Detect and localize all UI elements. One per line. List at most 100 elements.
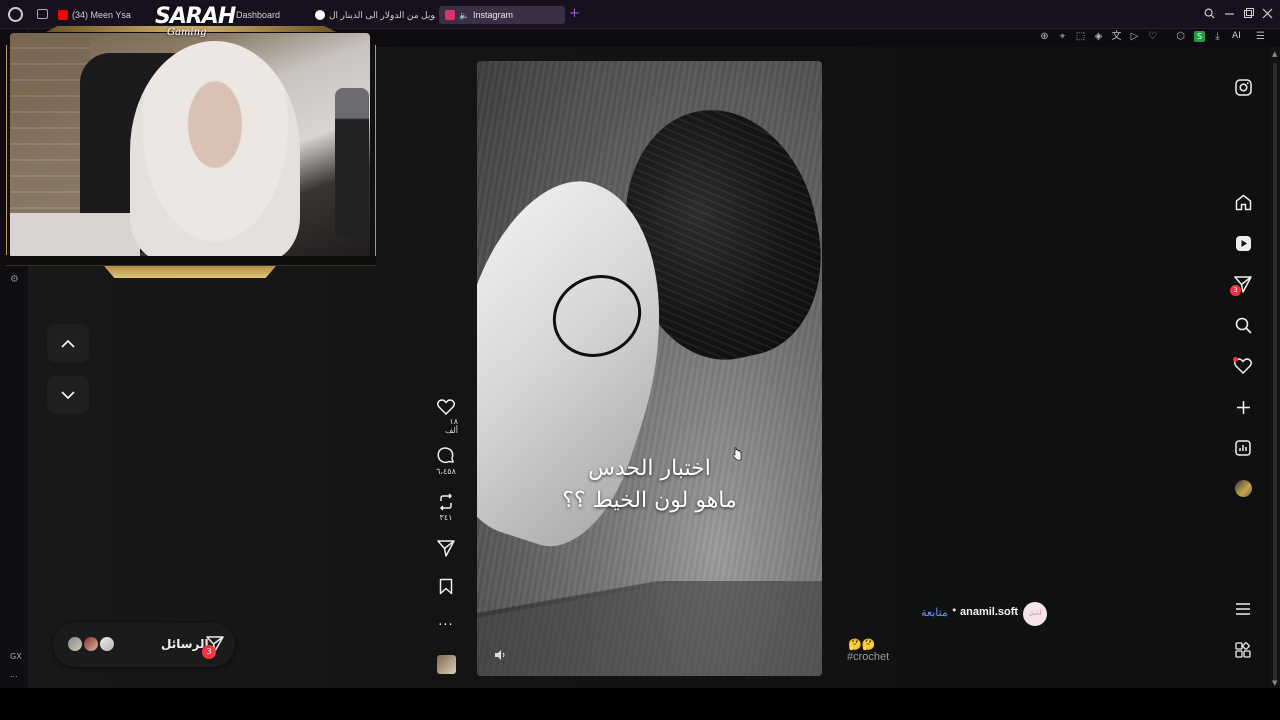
direct-badge: 3 <box>1230 285 1241 296</box>
instagram-favicon-icon <box>445 10 455 20</box>
repost-count: ٣٤١ <box>439 513 453 522</box>
more-menu-icon <box>1236 603 1250 615</box>
caption-emojis: 🤔🤔 <box>848 638 876 651</box>
sidebar-more-button[interactable]: ... <box>10 670 18 679</box>
zoom-icon[interactable]: ⊕ <box>1039 31 1050 42</box>
streamer-logo-sub: Gaming <box>167 27 207 38</box>
like-button[interactable]: ١٨ ألف <box>434 399 458 435</box>
apps-icon <box>1235 642 1251 658</box>
new-tab-button[interactable]: + <box>569 7 580 21</box>
chevron-down-icon <box>61 390 75 399</box>
speaker-icon[interactable]: 🔈 <box>459 11 469 20</box>
ai-button[interactable]: AI <box>1232 31 1241 41</box>
overlay-gold-trim-bottom <box>104 266 276 278</box>
webcam-person <box>130 41 300 258</box>
more-options-icon: ··· <box>438 618 454 633</box>
webcam-wall <box>10 33 90 223</box>
screen: (34) Meen Ysa Dashboard تحويل من الدولار… <box>0 0 1280 720</box>
comment-count: ٦،٤٥٨ <box>436 467 456 476</box>
reels-icon <box>1235 235 1251 251</box>
scroll-down-arrow-icon[interactable]: ▼ <box>1272 679 1277 687</box>
nav-search[interactable] <box>1233 315 1253 335</box>
follow-button[interactable]: متابعة <box>921 606 948 619</box>
streamer-logo: SARAH <box>155 4 236 29</box>
scrollbar-thumb[interactable] <box>1273 63 1277 683</box>
author-avatar[interactable]: أنامل <box>1023 602 1047 626</box>
taskbar-area <box>0 688 1280 720</box>
extension-s-icon[interactable]: S <box>1194 31 1205 42</box>
nav-dashboard[interactable] <box>1233 438 1253 458</box>
overlay-frame-bottom <box>6 256 376 266</box>
nav-create[interactable] <box>1233 397 1253 417</box>
nav-reels[interactable] <box>1233 233 1253 253</box>
scroll-up-arrow-icon[interactable]: ▲ <box>1272 50 1277 58</box>
tab-youtube[interactable]: (34) Meen Ysa <box>58 6 158 24</box>
page-scrollbar[interactable] <box>1270 47 1280 688</box>
reel-caption: اختبار الحدس ماهو لون الخيط ؟؟ <box>477 453 822 517</box>
translate-icon[interactable]: 文 <box>1111 31 1122 42</box>
reel-video[interactable] <box>477 61 822 676</box>
nav-apps[interactable] <box>1233 640 1253 660</box>
create-icon <box>1236 400 1250 414</box>
gx-label[interactable]: GX <box>10 652 22 661</box>
message-avatar-3 <box>98 635 116 653</box>
repost-button[interactable]: ٣٤١ <box>434 493 458 522</box>
reel-seam <box>477 581 822 676</box>
separator-dot: • <box>951 604 958 617</box>
webcam-desk <box>10 213 140 258</box>
opera-logo-icon[interactable] <box>8 7 23 22</box>
save-button[interactable] <box>434 578 458 595</box>
tab-dashboard[interactable]: Dashboard <box>236 6 306 24</box>
google-favicon-icon <box>315 10 325 20</box>
tab-instagram[interactable]: 🔈 Instagram <box>439 6 565 24</box>
more-options-button[interactable]: ··· <box>434 618 458 633</box>
easy-setup-icon[interactable]: ☰ <box>1255 31 1266 42</box>
play-icon[interactable]: ▷ <box>1129 31 1140 42</box>
author-username[interactable]: anamil.soft <box>960 606 1018 618</box>
nav-more-menu[interactable] <box>1233 599 1253 619</box>
settings-gear-icon[interactable]: ⚙ <box>10 274 19 285</box>
snapshot-icon[interactable]: ⬚ <box>1075 31 1086 42</box>
heart-icon <box>437 399 455 415</box>
search-tabs-icon[interactable] <box>1204 8 1215 19</box>
workspaces-icon[interactable] <box>37 9 48 19</box>
nav-home[interactable] <box>1233 192 1253 212</box>
extensions-icon[interactable]: ⬡ <box>1175 31 1186 42</box>
comment-button[interactable]: ٦،٤٥٨ <box>434 447 458 476</box>
speaker-mute-icon[interactable] <box>494 649 506 661</box>
like-count: ١٨ ألف <box>445 417 458 435</box>
next-reel-button[interactable] <box>47 376 89 414</box>
instagram-logo-button[interactable] <box>1233 77 1253 97</box>
search-icon <box>1235 317 1252 334</box>
overlay-frame-right <box>370 45 376 265</box>
dashboard-icon <box>1235 440 1251 456</box>
notification-dot <box>1233 357 1238 362</box>
profile-avatar[interactable] <box>1235 480 1252 497</box>
messages-badge: 3 <box>202 645 216 659</box>
caption-hashtag[interactable]: #crochet <box>847 651 889 663</box>
share-button[interactable] <box>434 540 458 557</box>
pin-icon[interactable]: ⌖ <box>1057 31 1068 42</box>
previous-reel-button[interactable] <box>47 324 89 362</box>
mouse-cursor-icon <box>732 447 742 461</box>
favorite-icon[interactable]: ♡ <box>1147 31 1158 42</box>
maximize-button[interactable] <box>1243 8 1254 19</box>
audio-thumbnail[interactable] <box>437 655 456 674</box>
bookmark-icon <box>439 578 453 595</box>
reel-caption-line-2: ماهو لون الخيط ؟؟ <box>562 488 737 513</box>
chevron-up-icon <box>61 339 75 348</box>
vpn-icon[interactable]: ◈ <box>1093 31 1104 42</box>
reel-caption-line-1: اختبار الحدس <box>588 456 711 481</box>
close-window-button[interactable] <box>1262 8 1273 19</box>
tab-currency[interactable]: تحويل من الدولار الى الدينار ال <box>315 6 435 24</box>
download-icon[interactable]: ⤓ <box>1212 31 1223 42</box>
repost-icon <box>439 493 453 511</box>
share-icon <box>437 540 455 557</box>
instagram-icon <box>1234 78 1252 96</box>
youtube-favicon-icon <box>58 10 68 20</box>
webcam-microphone <box>335 88 369 238</box>
home-icon <box>1235 194 1251 210</box>
minimize-button[interactable] <box>1224 8 1235 19</box>
comment-icon <box>437 447 454 464</box>
webcam-overlay <box>10 33 370 258</box>
